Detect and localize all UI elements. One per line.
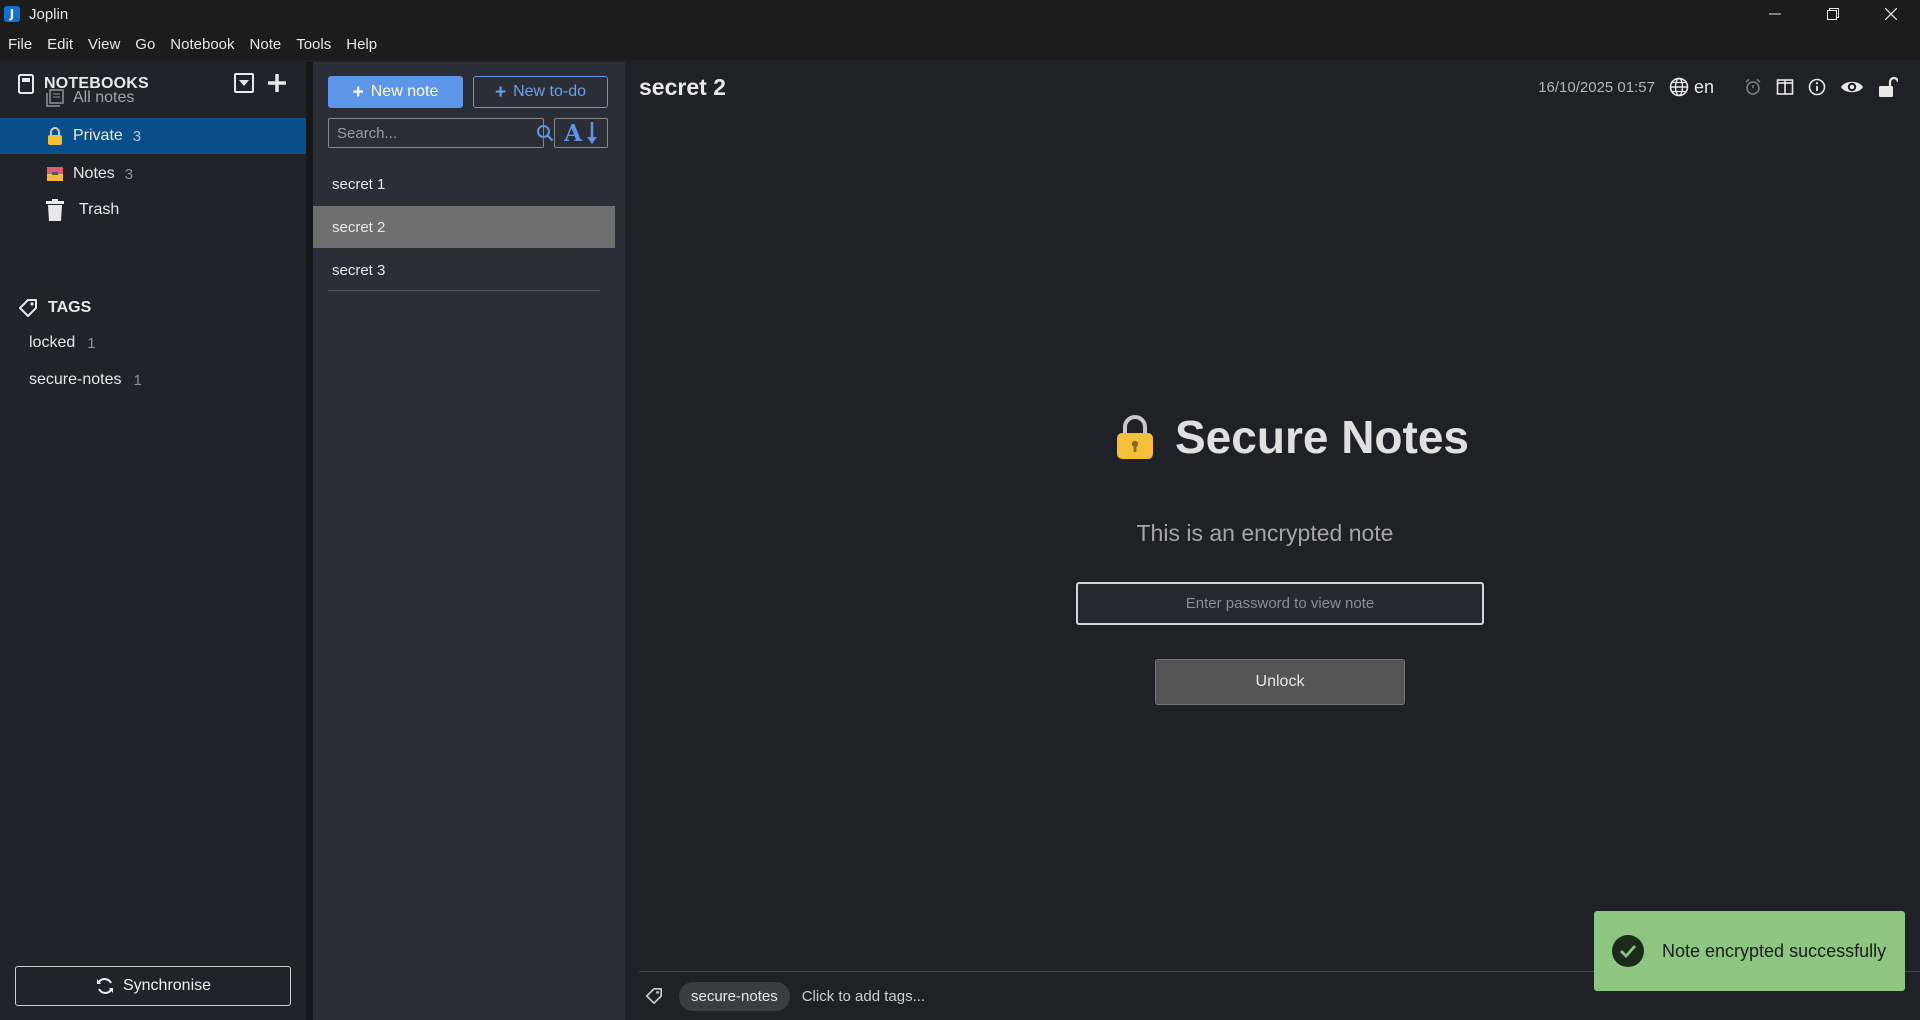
sidebar-item-private[interactable]: Private 3 [0,118,306,154]
sidebar-tag-secure-notes[interactable]: secure-notes 1 [29,371,142,389]
menu-note[interactable]: Note [250,36,282,53]
search-box [328,118,554,148]
new-todo-button[interactable]: + New to-do [473,76,608,108]
inbox-icon [45,166,65,182]
minimize-button[interactable] [1746,0,1804,28]
tag-count: 1 [87,334,96,352]
sync-icon [96,978,113,994]
joplin-logo-icon: J [4,6,20,22]
menu-go[interactable]: Go [135,36,155,53]
sort-alpha-icon: A [564,119,582,147]
menu-edit[interactable]: Edit [47,36,73,53]
alarm-icon [1745,78,1761,95]
close-button[interactable] [1862,0,1920,28]
add-tags-link[interactable]: Click to add tags... [802,988,925,1005]
note-editor: secret 2 16/10/2025 01:57 en Secure Note… [625,62,1920,1020]
minimize-icon [1769,13,1781,15]
note-title: secret 3 [332,261,386,279]
note-title: secret 2 [332,218,386,236]
secure-notes-heading: Secure Notes [1115,410,1469,464]
encrypted-subtitle: This is an encrypted note [1136,520,1394,546]
menu-notebook[interactable]: Notebook [170,36,234,53]
restore-button[interactable] [1804,0,1862,28]
sort-descending-icon [586,122,597,144]
synchronise-label: Synchronise [122,977,212,994]
lock-icon [1117,415,1153,459]
language-label: en [1693,76,1714,97]
sort-button[interactable]: A [554,118,608,148]
sidebar: NOTEBOOKS All notes Private 3 Notes 3 Tr… [0,62,306,1020]
sidebar-item-all-notes[interactable]: All notes [0,80,306,116]
sidebar-item-label: Private [73,127,123,144]
password-input[interactable] [1076,582,1484,625]
toast-message: Note encrypted successfully [1662,940,1887,961]
unlock-button[interactable]: Unlock [1155,659,1405,705]
note-list: + New note + New to-do A secret 1 secret… [313,62,625,1020]
lock-icon [45,127,65,145]
sidebar-divider[interactable] [306,62,313,1020]
new-note-button[interactable]: + New note [328,76,463,108]
note-properties-button[interactable] [1808,78,1826,96]
sidebar-item-count: 3 [124,165,134,183]
note-list-divider [328,290,600,291]
sidebar-item-label: All notes [73,89,135,106]
plus-icon: + [352,81,364,103]
note-item[interactable]: secret 1 [313,163,615,205]
note-title: secret 1 [332,175,386,193]
alarm-button[interactable] [1744,78,1762,96]
columns-icon [1776,79,1794,95]
trash-icon [45,199,65,221]
globe-icon [1669,77,1689,97]
success-toast: Note encrypted successfully [1594,911,1905,991]
new-note-label: New note [370,83,439,100]
menu-file[interactable]: File [8,36,32,53]
window-title: Joplin [29,5,69,23]
tag-label: secure-notes [29,371,122,388]
note-date: 16/10/2025 01:57 [1538,78,1655,96]
all-notes-icon [45,89,65,107]
search-icon[interactable] [536,124,554,142]
menu-tools[interactable]: Tools [296,36,331,53]
note-tag-pill[interactable]: secure-notes [679,981,790,1011]
toggle-layout-button[interactable] [1776,78,1794,96]
secure-title: Secure Notes [1175,411,1470,463]
note-item-selected[interactable]: secret 2 [313,206,615,248]
spellcheck-language-button[interactable]: en [1669,77,1714,98]
tag-count: 1 [133,371,142,389]
tags-header[interactable]: TAGS [18,298,91,318]
synchronise-button[interactable]: Synchronise [15,966,291,1006]
info-icon [1808,78,1826,96]
unlock-note-button[interactable] [1878,77,1898,97]
menu-view[interactable]: View [88,36,120,53]
title-bar: J Joplin [0,0,1920,28]
note-item[interactable]: secret 3 [313,249,615,291]
menu-bar: File Edit View Go Notebook Note Tools He… [0,28,1920,60]
menu-help[interactable]: Help [346,36,377,53]
new-todo-label: New to-do [513,83,587,100]
sidebar-item-label: Notes [73,165,115,182]
eye-icon [1841,81,1863,93]
toggle-preview-button[interactable] [1840,78,1864,96]
sidebar-item-notes[interactable]: Notes 3 [0,156,306,192]
search-input[interactable] [329,124,536,142]
editor-toolbar: 16/10/2025 01:57 en [1538,74,1898,100]
tag-icon [19,299,37,317]
unlock-icon [1879,77,1898,97]
plus-icon: + [494,81,507,103]
sidebar-tag-locked[interactable]: locked 1 [29,334,96,352]
tag-label: locked [29,334,76,351]
check-circle-icon [1612,935,1644,967]
restore-icon [1827,8,1839,20]
sidebar-item-count: 3 [132,127,142,145]
tag-bar: secure-notes Click to add tags... [625,980,925,1012]
sidebar-item-trash[interactable]: Trash [0,192,306,228]
window-controls [1746,0,1920,28]
tag-icon[interactable] [645,987,663,1005]
tags-title: TAGS [48,299,92,316]
sidebar-item-label: Trash [79,201,120,218]
close-icon [1885,8,1897,20]
note-title-heading[interactable]: secret 2 [639,74,726,101]
